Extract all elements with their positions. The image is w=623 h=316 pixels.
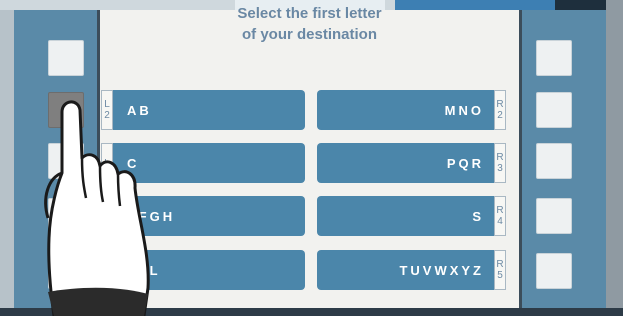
tag-number: 2 (497, 110, 503, 121)
side-button-r4[interactable] (536, 198, 572, 234)
side-button-r2[interactable] (536, 92, 572, 128)
tag-letter: R (496, 99, 504, 110)
option-s[interactable]: S (317, 196, 494, 236)
key-tag-r3: R 3 (494, 143, 506, 183)
side-button-l1[interactable] (48, 40, 84, 76)
side-button-r5[interactable] (536, 253, 572, 289)
option-label: TUVWXYZ (399, 262, 484, 278)
option-label: MNO (444, 102, 484, 118)
side-button-r1[interactable] (536, 40, 572, 76)
option-pqr[interactable]: PQR (317, 143, 494, 183)
left-outer-frame (0, 10, 14, 316)
tag-number: 5 (497, 270, 503, 281)
screen-title: Select the first letter of your destinat… (100, 3, 519, 45)
option-tuvwxyz[interactable]: TUVWXYZ (317, 250, 494, 290)
key-tag-r4: R 4 (494, 196, 506, 236)
side-button-r3[interactable] (536, 143, 572, 179)
tag-letter: R (496, 205, 504, 216)
option-label: S (472, 208, 484, 224)
right-outer-frame (606, 0, 623, 316)
option-label: PQR (446, 155, 484, 171)
tag-number: 4 (497, 216, 503, 227)
pointing-hand-icon (44, 100, 150, 316)
atm-screen: Select the first letter of your destinat… (97, 5, 522, 308)
title-line-2: of your destination (242, 26, 377, 43)
tag-letter: R (496, 259, 504, 270)
tag-letter: R (496, 152, 504, 163)
key-tag-r5: R 5 (494, 250, 506, 290)
key-tag-r2: R 2 (494, 90, 506, 130)
option-mno[interactable]: MNO (317, 90, 494, 130)
title-line-1: Select the first letter (237, 5, 382, 22)
tag-number: 3 (497, 163, 503, 174)
